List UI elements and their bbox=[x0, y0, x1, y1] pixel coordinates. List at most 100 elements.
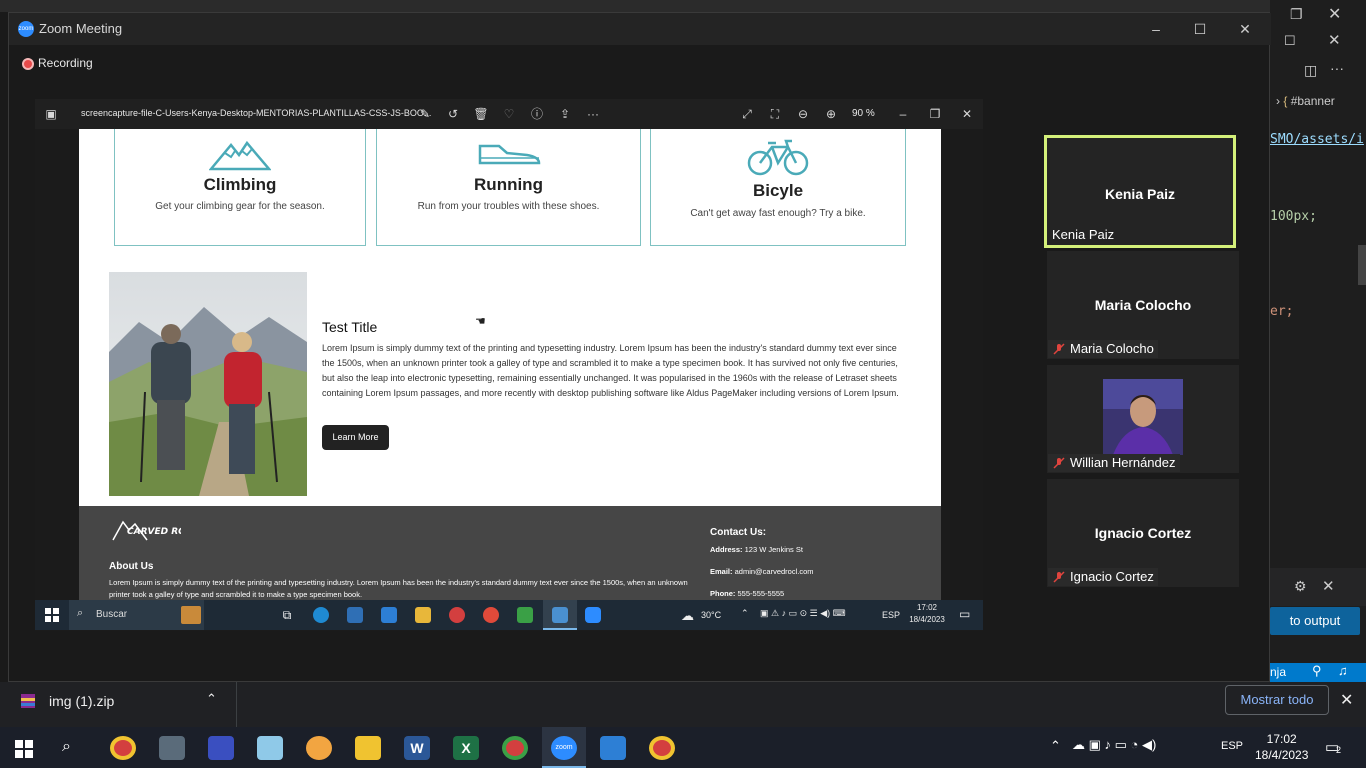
language-indicator[interactable]: ESP bbox=[1221, 740, 1243, 752]
show-all-button[interactable]: Mostrar todo bbox=[1225, 685, 1329, 715]
file-name: screencapture-file-C-Users-Kenya-Desktop… bbox=[81, 108, 432, 118]
notification-count: 2 bbox=[1336, 745, 1342, 755]
file-explorer-icon[interactable] bbox=[415, 607, 431, 623]
temperature: 30°C bbox=[701, 610, 722, 620]
file-explorer-icon[interactable] bbox=[355, 736, 381, 760]
vscode-icon[interactable] bbox=[600, 736, 626, 760]
chevron-up-icon[interactable]: ⌃ bbox=[741, 608, 749, 619]
tray-icons[interactable]: ☁ ▣ ♪ ▭ ◔ ◀) bbox=[1072, 737, 1156, 753]
more-icon[interactable]: ··· bbox=[585, 106, 601, 122]
word-icon[interactable]: W bbox=[404, 736, 430, 760]
heart-icon[interactable]: ♡ bbox=[501, 106, 517, 122]
zoom-out-icon[interactable]: ⊖ bbox=[795, 106, 811, 122]
card-text: Get your climbing gear for the season. bbox=[155, 201, 325, 212]
close-button[interactable]: ✕ bbox=[959, 106, 975, 122]
card-bicyle[interactable]: Bicyle Can't get away fast enough? Try a… bbox=[650, 129, 906, 246]
windows-start-icon[interactable] bbox=[15, 740, 33, 758]
participant-label: Ignacio Cortez bbox=[1048, 568, 1158, 586]
taskbar-search[interactable]: ⌕ Buscar bbox=[69, 600, 204, 630]
notification-panel: ⚙ ✕ bbox=[1270, 568, 1366, 606]
split-editor-icon[interactable]: ◫ bbox=[1304, 62, 1317, 79]
restore-icon[interactable]: ☐ bbox=[1284, 33, 1296, 49]
zoom-in-icon[interactable]: ⊕ bbox=[823, 106, 839, 122]
image-icon[interactable]: ▣ bbox=[43, 106, 59, 122]
weather-icon[interactable]: ☁ bbox=[681, 608, 694, 624]
chrome-profile-icon[interactable] bbox=[483, 607, 499, 623]
card-title: Climbing bbox=[203, 175, 277, 194]
fullscreen-icon[interactable]: ⤢ bbox=[739, 106, 755, 122]
excel-icon[interactable]: X bbox=[453, 736, 479, 760]
delete-icon[interactable]: 🗑 bbox=[473, 106, 489, 122]
gear-icon[interactable]: ⚙ bbox=[1294, 578, 1307, 595]
chevron-up-icon[interactable]: ⌃ bbox=[1050, 738, 1061, 754]
contact-email: Email: admin@carvedrocl.com bbox=[710, 567, 814, 576]
close-icon[interactable]: ✕ bbox=[1340, 690, 1353, 710]
participant-tile[interactable]: Kenia Paiz Kenia Paiz bbox=[1044, 135, 1236, 248]
breadcrumb[interactable]: › { #banner bbox=[1276, 94, 1335, 108]
info-icon[interactable]: ⓘ bbox=[529, 106, 545, 122]
participant-tile[interactable]: Ignacio Cortez Ignacio Cortez bbox=[1047, 479, 1239, 587]
learn-more-button[interactable]: Learn More bbox=[322, 425, 389, 450]
breadcrumb-label: #banner bbox=[1290, 94, 1335, 108]
maximize-button[interactable]: ❐ bbox=[927, 106, 943, 122]
participant-tile[interactable]: Willian Hernández bbox=[1047, 365, 1239, 473]
participant-label: Kenia Paiz bbox=[1052, 227, 1115, 242]
zoom-active-tab[interactable]: zoom bbox=[542, 727, 586, 768]
close-icon[interactable]: ✕ bbox=[1328, 31, 1341, 49]
fit-icon[interactable]: ⛶ bbox=[767, 106, 783, 122]
minimize-button[interactable]: – bbox=[1146, 19, 1166, 39]
edge-icon[interactable] bbox=[313, 607, 329, 623]
edit-icon[interactable]: ✎ bbox=[417, 106, 433, 122]
calculator-icon[interactable] bbox=[159, 736, 185, 760]
store-icon[interactable] bbox=[347, 607, 363, 623]
chrome-icon[interactable] bbox=[110, 736, 136, 760]
about-heading: About Us bbox=[109, 561, 154, 572]
participant-tile[interactable]: Maria Colocho Maria Colocho bbox=[1047, 251, 1239, 359]
language-indicator[interactable]: ESP bbox=[882, 610, 900, 620]
participant-name: Ignacio Cortez bbox=[1094, 525, 1192, 541]
zoom-app-icon[interactable] bbox=[585, 607, 601, 623]
notifications-icon[interactable]: ▭ bbox=[959, 607, 970, 621]
download-file-name[interactable]: img (1).zip bbox=[49, 693, 114, 709]
article-body: Lorem Ipsum is simply dummy text of the … bbox=[322, 343, 899, 398]
app-icon[interactable] bbox=[517, 607, 533, 623]
close-icon[interactable]: ✕ bbox=[1322, 577, 1335, 595]
windows-start-icon[interactable] bbox=[45, 608, 59, 622]
restore-icon[interactable]: ❐ bbox=[1290, 6, 1303, 23]
notepad-icon[interactable] bbox=[257, 736, 283, 760]
clock[interactable]: 17:02 18/4/2023 bbox=[907, 602, 947, 626]
shared-screen: ▣ screencapture-file-C-Users-Kenya-Deskt… bbox=[35, 99, 983, 631]
chrome-icon[interactable] bbox=[449, 607, 465, 623]
bicycle-icon bbox=[747, 139, 809, 176]
code-line: 100px; bbox=[1270, 209, 1317, 224]
paint-icon[interactable] bbox=[306, 736, 332, 760]
taskbar bbox=[0, 727, 1366, 768]
more-icon[interactable]: ··· bbox=[1330, 60, 1344, 76]
task-view-icon[interactable]: ⧉ bbox=[279, 607, 295, 623]
vscode-icon[interactable] bbox=[381, 607, 397, 623]
tray-icons[interactable]: ▣ ⚠ ♪ ▭ ⊙ ☰ ◀) ⌨ bbox=[760, 608, 846, 619]
close-button[interactable]: ✕ bbox=[1235, 19, 1255, 39]
chevron-up-icon[interactable]: ⌃ bbox=[206, 691, 217, 707]
search-icon[interactable]: ⌕ bbox=[62, 738, 71, 756]
share-icon[interactable]: ⇪ bbox=[557, 106, 573, 122]
photos-active-tab[interactable] bbox=[543, 600, 577, 630]
divider bbox=[236, 682, 237, 727]
chrome-profile-icon[interactable] bbox=[502, 736, 528, 760]
clock[interactable]: 17:02 18/4/2023 bbox=[1255, 731, 1308, 763]
clock-time: 17:02 bbox=[916, 603, 938, 612]
save-app-icon[interactable] bbox=[208, 736, 234, 760]
close-icon[interactable]: ✕ bbox=[1328, 4, 1341, 24]
bell-icon[interactable]: ♫ bbox=[1338, 663, 1348, 678]
clock-date: 18/4/2023 bbox=[909, 615, 945, 624]
card-running[interactable]: Running Run from your troubles with thes… bbox=[376, 129, 641, 246]
chrome-icon[interactable] bbox=[649, 736, 675, 760]
output-button[interactable]: to output bbox=[1270, 607, 1360, 635]
maximize-button[interactable]: ☐ bbox=[1190, 19, 1210, 39]
card-climbing[interactable]: Climbing Get your climbing gear for the … bbox=[114, 129, 366, 246]
live-share-icon[interactable]: ⚲ bbox=[1312, 663, 1322, 679]
minimize-button[interactable]: – bbox=[895, 106, 911, 122]
recording-indicator[interactable]: Recording bbox=[22, 56, 93, 70]
scrollbar[interactable] bbox=[1358, 245, 1366, 285]
rotate-icon[interactable]: ↺ bbox=[445, 106, 461, 122]
